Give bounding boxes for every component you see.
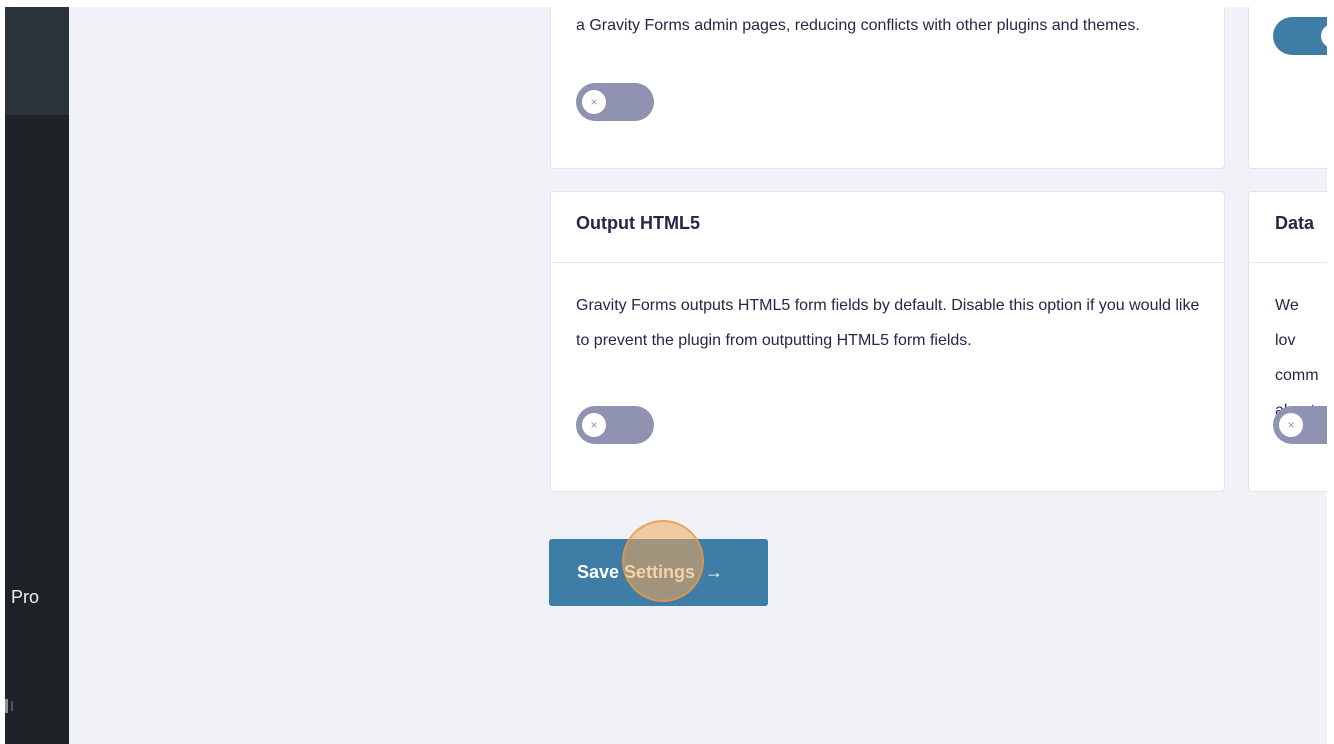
- output-html5-card: Output HTML5 Gravity Forms outputs HTML5…: [550, 191, 1225, 492]
- no-conflict-mode-card: a Gravity Forms admin pages, reducing co…: [550, 7, 1225, 169]
- card-description: Gravity Forms outputs HTML5 form fields …: [576, 297, 1200, 349]
- output-html5-toggle[interactable]: ×: [576, 406, 654, 444]
- close-icon: ×: [1279, 413, 1303, 437]
- sidebar-item-pro[interactable]: Pro: [11, 587, 39, 608]
- admin-sidebar: Pro: [5, 7, 69, 744]
- check-icon: ✓: [1321, 24, 1327, 48]
- save-button-label: Save Settings: [577, 562, 696, 582]
- close-icon: ×: [582, 413, 606, 437]
- sidebar-header: [5, 7, 69, 115]
- card-title: Output HTML5: [576, 213, 700, 233]
- no-conflict-toggle[interactable]: ×: [576, 83, 654, 121]
- card-title: Data: [1275, 213, 1315, 233]
- data-collection-card: Data We lov comm about ×: [1248, 191, 1327, 492]
- arrow-right-icon: →: [705, 562, 724, 582]
- card-header: Data: [1249, 192, 1327, 263]
- close-icon: ×: [582, 90, 606, 114]
- sidebar-item-indicator: [11, 701, 13, 711]
- card-description: a Gravity Forms admin pages, reducing co…: [576, 17, 1140, 34]
- sidebar-item-indicator: [5, 699, 8, 713]
- card-header: Output HTML5: [551, 192, 1224, 263]
- data-collection-toggle[interactable]: ×: [1273, 406, 1327, 444]
- viewport: Pro a Gravity Forms admin pages, reducin…: [5, 7, 1327, 744]
- right-settings-toggle[interactable]: ✓: [1273, 17, 1327, 55]
- save-settings-button[interactable]: Save Settings →: [549, 539, 768, 606]
- right-settings-card: ✓: [1248, 7, 1327, 169]
